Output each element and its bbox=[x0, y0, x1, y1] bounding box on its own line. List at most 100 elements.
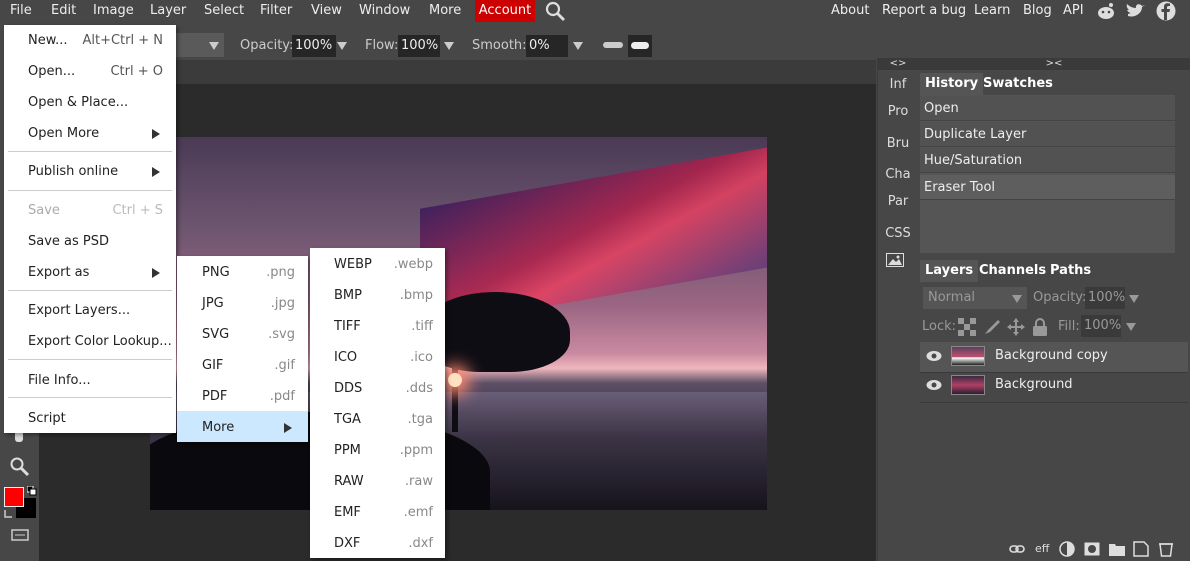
character-panel-button[interactable]: Cha bbox=[878, 167, 918, 182]
format-tiff[interactable]: TIFF bbox=[334, 319, 361, 334]
flow-dropdown-icon[interactable] bbox=[444, 42, 454, 50]
tab-swatches[interactable]: Swatches bbox=[978, 73, 1058, 95]
lock-position-icon[interactable] bbox=[1006, 317, 1026, 337]
paragraph-panel-button[interactable]: Par bbox=[878, 194, 918, 209]
history-item[interactable]: Open bbox=[920, 96, 1175, 121]
menu-item-save-psd[interactable]: Save as PSD bbox=[28, 234, 109, 249]
format-raw[interactable]: RAW bbox=[334, 474, 364, 489]
swap-colors-icon[interactable] bbox=[3, 508, 15, 520]
css-panel-button[interactable]: CSS bbox=[878, 226, 918, 241]
blog-link[interactable]: Blog bbox=[1023, 3, 1052, 18]
layer-opacity-input[interactable]: 100% bbox=[1085, 287, 1125, 309]
export-jpg[interactable]: JPG bbox=[202, 296, 224, 311]
export-gif[interactable]: GIF bbox=[202, 358, 223, 373]
flow-input[interactable]: 100% bbox=[398, 35, 440, 57]
fill-dropdown-icon[interactable] bbox=[1126, 323, 1136, 331]
collapse-right-button[interactable]: >< bbox=[918, 58, 1190, 70]
visibility-eye-icon[interactable] bbox=[926, 379, 942, 391]
menu-item-export-color-lookup[interactable]: Export Color Lookup... bbox=[28, 334, 172, 349]
menu-item-export-as[interactable]: Export as bbox=[28, 265, 89, 280]
new-group-icon[interactable] bbox=[1109, 542, 1125, 556]
format-ppm[interactable]: PPM bbox=[334, 443, 361, 458]
menu-separator bbox=[8, 397, 172, 398]
menu-item-script[interactable]: Script bbox=[28, 411, 66, 426]
export-ext: .png bbox=[266, 265, 295, 280]
fill-input[interactable]: 100% bbox=[1081, 315, 1121, 337]
menu-item-new[interactable]: New... bbox=[28, 33, 68, 48]
format-dxf[interactable]: DXF bbox=[334, 536, 360, 551]
format-webp[interactable]: WEBP bbox=[334, 257, 372, 272]
lock-transparency-icon[interactable] bbox=[958, 318, 976, 336]
export-more[interactable]: More bbox=[202, 420, 234, 435]
layer-mask-icon[interactable] bbox=[1084, 542, 1100, 556]
about-link[interactable]: About bbox=[831, 3, 869, 18]
format-emf[interactable]: EMF bbox=[334, 505, 361, 520]
format-bmp[interactable]: BMP bbox=[334, 288, 362, 303]
delete-layer-icon[interactable] bbox=[1158, 541, 1174, 557]
layer-effects-button[interactable]: eff bbox=[1035, 542, 1049, 555]
menu-item-export-layers[interactable]: Export Layers... bbox=[28, 303, 130, 318]
twitter-icon[interactable] bbox=[1126, 3, 1146, 19]
brush-size-button[interactable] bbox=[628, 35, 652, 57]
lock-pixels-icon[interactable] bbox=[983, 318, 1001, 336]
tab-layers[interactable]: Layers bbox=[920, 260, 979, 282]
brush-preset-dropdown[interactable] bbox=[176, 33, 224, 57]
api-link[interactable]: API bbox=[1063, 3, 1084, 18]
facebook-icon[interactable] bbox=[1156, 1, 1176, 21]
lock-all-icon[interactable] bbox=[1032, 317, 1048, 337]
menu-more[interactable]: More bbox=[429, 3, 461, 18]
tab-channels[interactable]: Channels bbox=[974, 260, 1051, 282]
image-panel-icon[interactable] bbox=[886, 253, 904, 267]
menu-view[interactable]: View bbox=[311, 3, 342, 18]
blend-mode-select[interactable]: Normal bbox=[923, 287, 1027, 309]
menu-item-file-info[interactable]: File Info... bbox=[28, 373, 91, 388]
new-layer-icon[interactable] bbox=[1133, 541, 1149, 557]
opacity-dropdown-icon[interactable] bbox=[337, 42, 347, 50]
menu-window[interactable]: Window bbox=[359, 3, 410, 18]
opacity-input[interactable]: 100% bbox=[292, 35, 336, 57]
menu-image[interactable]: Image bbox=[93, 3, 134, 18]
report-bug-link[interactable]: Report a bug bbox=[882, 3, 966, 18]
menu-file[interactable]: File bbox=[10, 3, 32, 18]
learn-link[interactable]: Learn bbox=[974, 3, 1010, 18]
quick-mask-icon[interactable] bbox=[11, 529, 29, 541]
link-layers-icon[interactable] bbox=[1009, 544, 1025, 554]
properties-panel-button[interactable]: Pro bbox=[878, 104, 918, 119]
default-colors-icon[interactable] bbox=[27, 486, 37, 496]
info-panel-button[interactable]: Inf bbox=[878, 77, 918, 92]
search-icon[interactable] bbox=[545, 1, 565, 21]
menu-item-publish-online[interactable]: Publish online bbox=[28, 164, 118, 179]
history-item[interactable]: Hue/Saturation bbox=[920, 148, 1175, 173]
account-button[interactable]: Account bbox=[475, 0, 535, 22]
menu-filter[interactable]: Filter bbox=[260, 3, 292, 18]
export-png[interactable]: PNG bbox=[202, 265, 230, 280]
menu-select[interactable]: Select bbox=[204, 3, 244, 18]
smooth-input[interactable]: 0% bbox=[526, 35, 568, 57]
reddit-icon[interactable] bbox=[1096, 2, 1116, 20]
history-item-current[interactable]: Eraser Tool bbox=[920, 175, 1175, 200]
more-formats-submenu: WEBP .webp BMP .bmp TIFF .tiff ICO .ico … bbox=[310, 248, 445, 558]
visibility-eye-icon[interactable] bbox=[926, 350, 942, 362]
adjustment-layer-icon[interactable] bbox=[1059, 541, 1075, 557]
brush-small-icon[interactable] bbox=[603, 42, 623, 48]
zoom-tool-icon[interactable] bbox=[9, 456, 31, 478]
menu-item-open[interactable]: Open... bbox=[28, 64, 75, 79]
format-dds[interactable]: DDS bbox=[334, 381, 362, 396]
format-ico[interactable]: ICO bbox=[334, 350, 357, 365]
tab-history[interactable]: History bbox=[920, 73, 984, 95]
menu-item-save[interactable]: Save bbox=[28, 203, 60, 218]
export-svg[interactable]: SVG bbox=[202, 327, 229, 342]
brush-panel-button[interactable]: Bru bbox=[878, 136, 918, 151]
tab-paths[interactable]: Paths bbox=[1045, 260, 1096, 282]
export-pdf[interactable]: PDF bbox=[202, 389, 227, 404]
foreground-color-swatch-top[interactable] bbox=[4, 487, 24, 507]
layer-opacity-dropdown-icon[interactable] bbox=[1129, 295, 1139, 303]
menu-layer[interactable]: Layer bbox=[150, 3, 186, 18]
menu-item-open-place[interactable]: Open & Place... bbox=[28, 95, 128, 110]
format-tga[interactable]: TGA bbox=[334, 412, 361, 427]
history-item[interactable]: Duplicate Layer bbox=[920, 122, 1175, 147]
collapse-left-button[interactable]: <> bbox=[878, 58, 918, 70]
smooth-dropdown-icon[interactable] bbox=[573, 42, 583, 50]
menu-item-open-more[interactable]: Open More bbox=[28, 126, 99, 141]
menu-edit[interactable]: Edit bbox=[51, 3, 76, 18]
